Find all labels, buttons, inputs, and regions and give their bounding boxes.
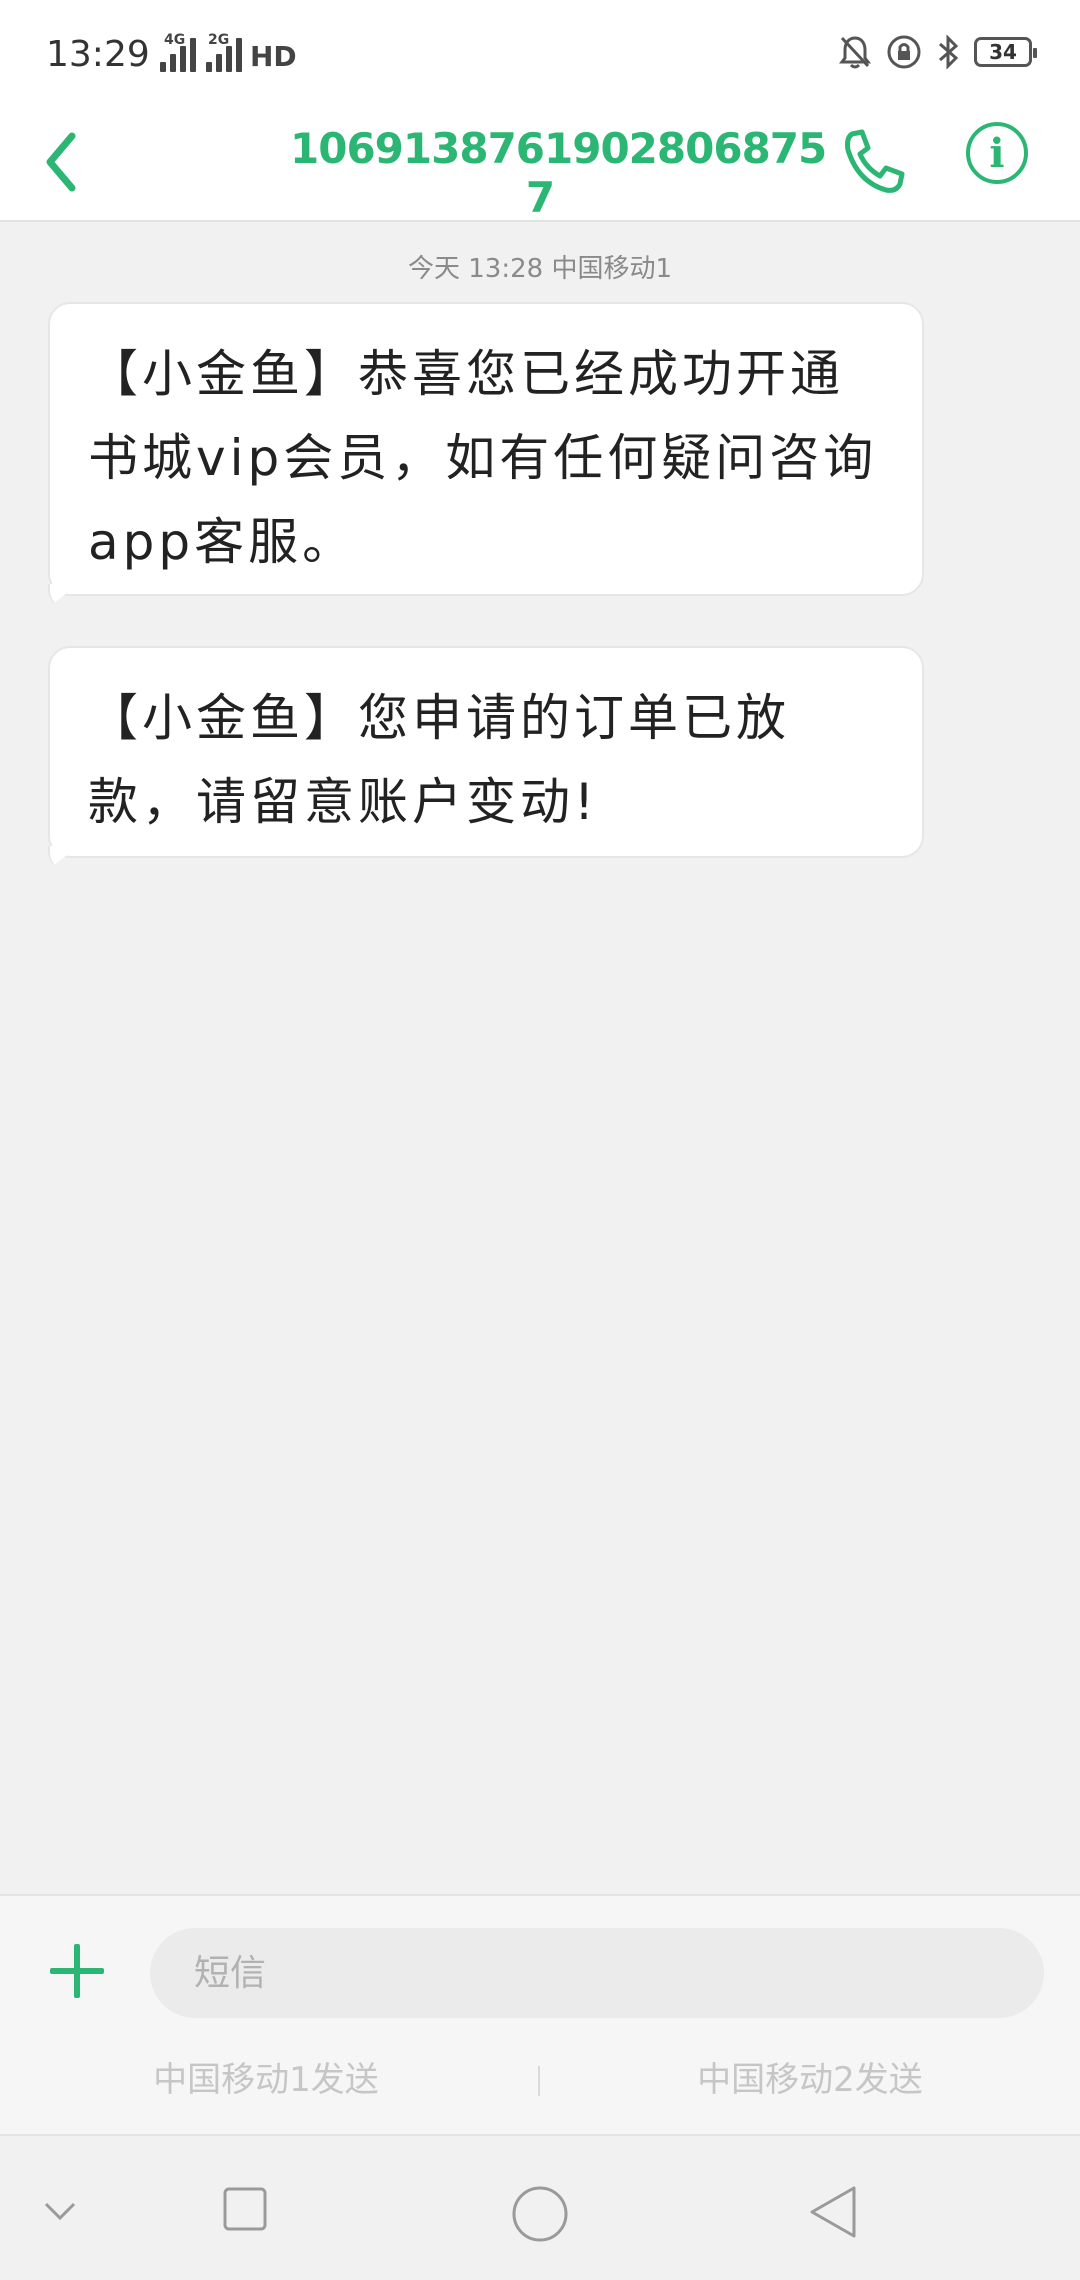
info-icon: i [989,129,1005,177]
status-bar: 13:29 4G 2G HD 34 [0,0,1080,112]
send-sim1-button[interactable]: 中国移动1发送 [86,2052,446,2101]
compose-area: 中国移动1发送 中国移动2发送 [0,1894,1080,2134]
battery-level: 34 [989,40,1017,64]
navigation-bar [0,2134,1080,2280]
hd-voice-label: HD [250,40,297,73]
message-bubble[interactable]: 【小金鱼】您申请的订单已放款，请留意账户变动! [48,646,924,858]
lock-rotation-icon [887,35,921,69]
collapse-icon[interactable] [40,2184,80,2234]
sms-input[interactable] [150,1928,1044,2018]
message-text: 【小金鱼】您申请的订单已放款，请留意账户变动! [88,689,790,831]
signal-sim2-icon: 2G [206,32,242,72]
message-timestamp: 今天 13:28 中国移动1 [408,254,672,284]
battery-icon: 34 [974,37,1037,67]
conversation-header: 1069138761902806875 7 i [0,112,1080,222]
sim2-network-label: 2G [208,32,230,48]
call-button[interactable] [838,122,908,202]
top-area: 13:29 4G 2G HD 34 1069138761902806875 7 … [0,0,1080,222]
back-button[interactable] [36,122,96,202]
recents-icon[interactable] [220,2184,270,2234]
back-icon[interactable] [806,2184,862,2240]
signal-sim1-icon: 4G [160,32,196,72]
message-text: 【小金鱼】恭喜您已经成功开通书城vip会员，如有任何疑问咨询app客服。 [88,345,878,571]
mute-bell-icon [839,36,871,69]
status-icons: 34 [838,34,1037,70]
bluetooth-icon [939,34,959,70]
contact-number: 1069138761902806875 7 [290,124,827,222]
send-divider [538,2066,540,2096]
sim1-network-label: 4G [164,32,186,48]
home-icon[interactable] [510,2184,570,2244]
chevron-left-icon [46,132,76,192]
send-sim2-button[interactable]: 中国移动2发送 [630,2052,990,2101]
add-attachment-button[interactable] [46,1940,108,2002]
send-options: 中国移动1发送 中国移动2发送 [0,2052,1080,2112]
message-bubble[interactable]: 【小金鱼】恭喜您已经成功开通书城vip会员，如有任何疑问咨询app客服。 [48,302,924,596]
phone-icon [845,129,905,193]
info-button[interactable]: i [966,122,1028,184]
status-time: 13:29 [46,34,150,75]
